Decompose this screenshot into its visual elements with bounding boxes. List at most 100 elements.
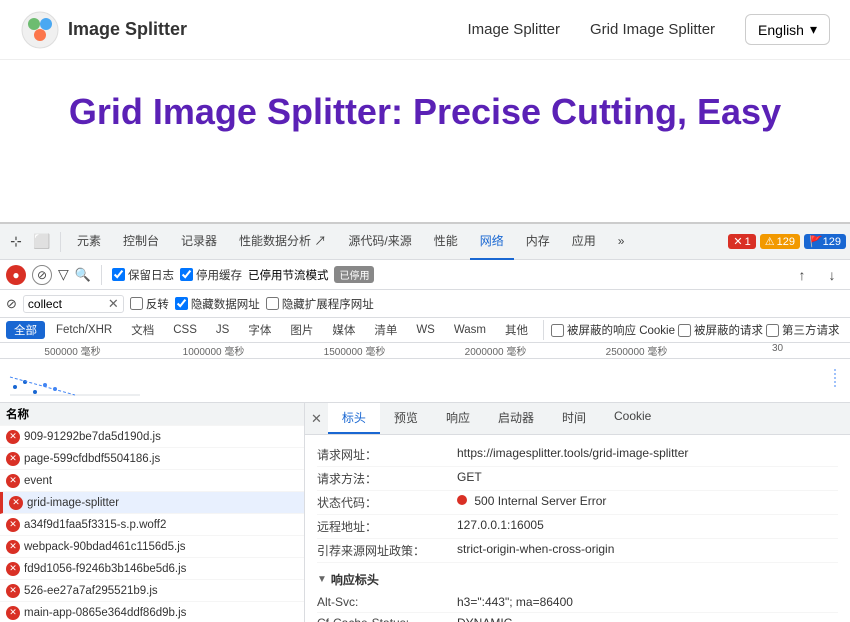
alt-svc-row: Alt-Svc: h3=":443"; ma=86400 — [317, 592, 838, 613]
remote-addr-row: 远程地址： 127.0.0.1:16005 — [317, 515, 838, 539]
request-method-key: 请求方法： — [317, 470, 457, 487]
cf-cache-row: Cf-Cache-Status: DYNAMIC — [317, 613, 838, 622]
file-name-6: fd9d1056-f9246b3b146be5d6.js — [24, 563, 298, 575]
detail-tab-initiator[interactable]: 启动器 — [484, 403, 548, 434]
status-dot — [457, 495, 467, 505]
file-item-3[interactable]: ✕ grid-image-splitter — [0, 492, 304, 514]
tab-performance[interactable]: 性能 — [424, 224, 468, 260]
tab-console[interactable]: 控制台 — [113, 224, 169, 260]
tab-application[interactable]: 应用 — [562, 224, 606, 260]
devtools-toolbar: ⊹ ⬜ 元素 控制台 记录器 性能数据分析 ↗ 源代码/来源 性能 网络 内存 … — [0, 224, 850, 260]
lang-selector[interactable]: English ▾ — [745, 14, 830, 45]
search-icon[interactable]: 🔍 — [75, 267, 91, 283]
sep1 — [101, 265, 102, 285]
clear-button[interactable]: ⊘ — [32, 265, 52, 285]
file-status-8: ✕ — [6, 606, 20, 620]
tl-label-4: 2000000 毫秒 — [425, 343, 566, 358]
hide-extension-urls-checkbox[interactable]: 隐藏扩展程序网址 — [266, 296, 374, 312]
logo-text: Image Splitter — [68, 19, 187, 40]
file-name-4: a34f9d1faa5f3315-s.p.woff2 — [24, 519, 298, 531]
pill-doc[interactable]: 文档 — [123, 321, 162, 339]
filter-input-wrap: ✕ — [23, 295, 124, 313]
device-icon[interactable]: ⬜ — [30, 230, 54, 254]
filter-icon[interactable]: ▽ — [58, 266, 69, 283]
blocked-cookie-checkbox[interactable]: 被屏蔽的响应 Cookie — [551, 322, 675, 338]
filter-input[interactable] — [28, 297, 108, 311]
preserve-log-checkbox[interactable]: 保留日志 — [112, 267, 174, 283]
detail-panel: ✕ 标头 预览 响应 启动器 时间 Cookie 请求网址： https://i… — [305, 403, 850, 622]
tab-performance-insights[interactable]: 性能数据分析 ↗ — [229, 224, 336, 260]
remote-addr-val: 127.0.0.1:16005 — [457, 518, 544, 535]
file-list-header: 名称 — [0, 403, 304, 426]
file-item-4[interactable]: ✕ a34f9d1faa5f3315-s.p.woff2 — [0, 514, 304, 536]
pill-media[interactable]: 媒体 — [324, 321, 363, 339]
pill-img[interactable]: 图片 — [282, 321, 321, 339]
file-name-5: webpack-90bdad461c1156d5.js — [24, 541, 298, 553]
tab-network[interactable]: 网络 — [470, 224, 514, 260]
disable-cache-checkbox[interactable]: 停用缓存 — [180, 267, 242, 283]
tab-recorder[interactable]: 记录器 — [171, 224, 227, 260]
pill-font[interactable]: 字体 — [240, 321, 279, 339]
close-detail-button[interactable]: ✕ — [305, 403, 328, 434]
cf-cache-val: DYNAMIC — [457, 616, 512, 622]
chevron-down-icon: ▾ — [810, 21, 817, 38]
main-split: 名称 ✕ 909-91292be7da5d190d.js ✕ page-599c… — [0, 403, 850, 622]
referrer-policy-val: strict-origin-when-cross-origin — [457, 542, 614, 559]
status-code-val: 500 Internal Server Error — [457, 494, 606, 511]
pill-manifest[interactable]: 清单 — [366, 321, 405, 339]
referrer-policy-key: 引荐来源网址政策： — [317, 542, 457, 559]
network-toolbar: ● ⊘ ▽ 🔍 保留日志 停用缓存 已停用节流模式 已停用 ↑ ↓ — [0, 260, 850, 290]
file-list-header-label: 名称 — [6, 406, 29, 422]
file-status-3: ✕ — [9, 496, 23, 510]
file-item-6[interactable]: ✕ fd9d1056-f9246b3b146be5d6.js — [0, 558, 304, 580]
nav-links: Image Splitter Grid Image Splitter — [467, 21, 715, 38]
info-badge: 🚩129 — [804, 234, 846, 249]
referrer-policy-row: 引荐来源网址政策： strict-origin-when-cross-origi… — [317, 539, 838, 563]
pill-all[interactable]: 全部 — [6, 321, 45, 339]
pill-css[interactable]: CSS — [165, 323, 205, 337]
pill-fetch-xhr[interactable]: Fetch/XHR — [48, 323, 120, 337]
pill-js[interactable]: JS — [208, 323, 237, 337]
nav-image-splitter[interactable]: Image Splitter — [467, 21, 560, 38]
upload-icon[interactable]: ↑ — [790, 263, 814, 287]
hide-data-urls-checkbox[interactable]: 隐藏数据网址 — [175, 296, 260, 312]
tab-sources[interactable]: 源代码/来源 — [338, 224, 421, 260]
request-method-val: GET — [457, 470, 482, 487]
file-item-8[interactable]: ✕ main-app-0865e364ddf86d9b.js — [0, 602, 304, 622]
record-button[interactable]: ● — [6, 265, 26, 285]
file-item-2[interactable]: ✕ event — [0, 470, 304, 492]
logo-icon — [20, 10, 60, 50]
warn-badge: ⚠129 — [760, 234, 800, 249]
file-status-7: ✕ — [6, 584, 20, 598]
status-code-row: 状态代码： 500 Internal Server Error — [317, 491, 838, 515]
tab-elements[interactable]: 元素 — [67, 224, 111, 260]
pill-other[interactable]: 其他 — [497, 321, 536, 339]
detail-tab-cookie[interactable]: Cookie — [600, 403, 665, 434]
invert-checkbox[interactable]: 反转 — [130, 296, 169, 312]
pill-ws[interactable]: WS — [408, 323, 443, 337]
timeline-area: 500000 毫秒 1000000 毫秒 1500000 毫秒 2000000 … — [0, 343, 850, 403]
detail-tab-timing[interactable]: 时间 — [548, 403, 600, 434]
nav-grid-splitter[interactable]: Grid Image Splitter — [590, 21, 715, 38]
detail-tab-response[interactable]: 响应 — [432, 403, 484, 434]
file-item-0[interactable]: ✕ 909-91292be7da5d190d.js — [0, 426, 304, 448]
detail-tab-preview[interactable]: 预览 — [380, 403, 432, 434]
file-item-1[interactable]: ✕ page-599cfdbdf5504186.js — [0, 448, 304, 470]
file-item-5[interactable]: ✕ webpack-90bdad461c1156d5.js — [0, 536, 304, 558]
download-icon[interactable]: ↓ — [820, 263, 844, 287]
pill-wasm[interactable]: Wasm — [446, 323, 494, 337]
file-status-1: ✕ — [6, 452, 20, 466]
tab-more[interactable]: » — [608, 224, 635, 260]
cf-cache-key: Cf-Cache-Status: — [317, 616, 457, 622]
file-item-7[interactable]: ✕ 526-ee27a7af295521b9.js — [0, 580, 304, 602]
blocked-requests-checkbox[interactable]: 被屏蔽的请求 — [678, 322, 763, 338]
third-party-checkbox[interactable]: 第三方请求 — [766, 322, 840, 338]
tab-memory[interactable]: 内存 — [516, 224, 560, 260]
clear-filter-button[interactable]: ✕ — [108, 296, 119, 312]
tl-label-2: 1000000 毫秒 — [143, 343, 284, 358]
file-status-5: ✕ — [6, 540, 20, 554]
request-method-row: 请求方法： GET — [317, 467, 838, 491]
inspect-icon[interactable]: ⊹ — [4, 230, 28, 254]
detail-tab-headers[interactable]: 标头 — [328, 403, 380, 434]
collapse-icon[interactable]: ▼ — [317, 574, 327, 585]
